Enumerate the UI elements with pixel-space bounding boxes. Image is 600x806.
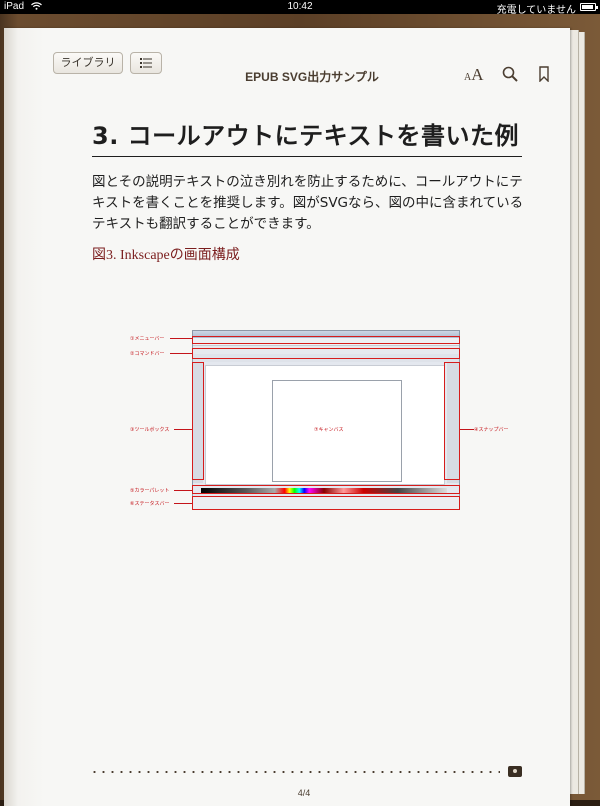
callout-frame-palette — [192, 485, 460, 494]
status-bar: iPad 10:42 充電していません — [0, 0, 600, 16]
page-scrubber-thumb[interactable] — [508, 766, 522, 777]
book-title: EPUB SVG出力サンプル — [245, 70, 379, 84]
callout-frame-toolbox — [192, 362, 204, 480]
page-scrubber[interactable] — [90, 770, 500, 774]
book-cover: ライブラリ EPUB SVG出力サンプル AA 3. コールアウトにテキストを書… — [0, 14, 600, 806]
canvas-area — [205, 365, 445, 485]
callout-arrow — [174, 490, 192, 491]
callout-label-snapbar: ④スナップバー — [474, 427, 509, 433]
callout-label-commandbar: ②コマンドバー — [130, 351, 165, 357]
list-icon — [140, 58, 152, 68]
callout-label-palette: ⑤カラーパレット — [130, 488, 170, 494]
book-page: ライブラリ EPUB SVG出力サンプル AA 3. コールアウトにテキストを書… — [4, 28, 570, 806]
callout-frame-menubar — [192, 336, 460, 344]
callout-arrow — [460, 429, 474, 430]
page-heading: 3. コールアウトにテキストを書いた例 — [92, 120, 522, 157]
page-indicator: 4/4 — [297, 788, 311, 798]
callout-frame-snapbar — [444, 362, 460, 480]
bookmark-icon[interactable] — [539, 66, 549, 82]
toc-button[interactable] — [130, 52, 162, 74]
callout-arrow — [174, 429, 192, 430]
callout-label-statusbar: ⑥ステータスバー — [130, 501, 170, 507]
battery-icon — [580, 3, 598, 11]
callout-label-canvas: ⑦キャンバス — [314, 427, 344, 433]
search-icon[interactable] — [502, 66, 518, 82]
font-size-button[interactable]: AA — [464, 65, 484, 85]
library-button[interactable]: ライブラリ — [53, 52, 123, 74]
callout-frame-statusbar — [192, 496, 460, 510]
callout-arrow — [170, 338, 192, 339]
body-paragraph: 図とその説明テキストの泣き別れを防止するために、コールアウトにテキストを書くこと… — [92, 174, 524, 232]
callout-label-toolbox: ③ツールボックス — [130, 427, 170, 433]
callout-frame-commandbar — [192, 348, 460, 359]
inkscape-figure: ①メニューバー ②コマンドバー ③ツールボックス ⑦キャンバス ④スナップバー … — [128, 328, 524, 514]
figure-caption: 図3. Inkscapeの画面構成 — [92, 248, 240, 263]
callout-arrow — [170, 353, 192, 354]
callout-label-menubar: ①メニューバー — [130, 336, 165, 342]
callout-arrow — [174, 503, 192, 504]
